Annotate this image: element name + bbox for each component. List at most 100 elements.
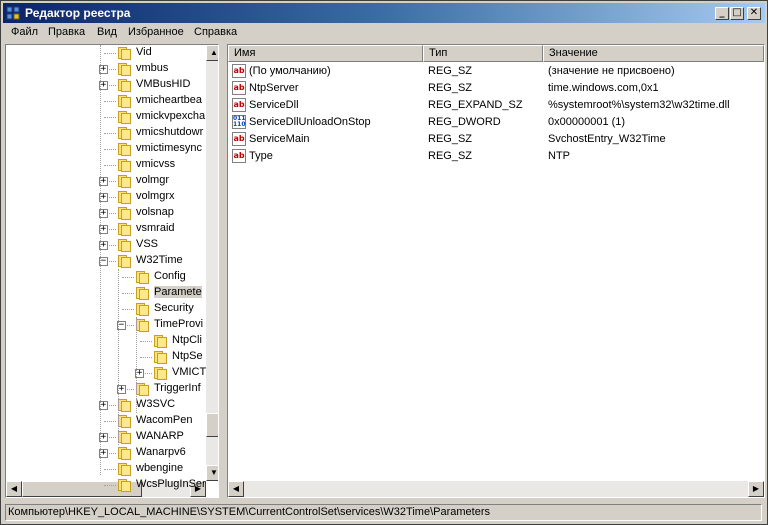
value-name-cell: ServiceMain bbox=[249, 133, 310, 145]
value-row[interactable]: ab ServiceDll REG_EXPAND_SZ %systemroot%\sy… bbox=[228, 97, 762, 114]
list-horizontal-scrollbar[interactable]: ◀ ▶ bbox=[228, 481, 764, 497]
tree-item-label[interactable]: vmicshutdowr bbox=[136, 126, 203, 138]
tree-item-label[interactable]: NtpCli bbox=[172, 334, 202, 346]
string-value-icon: ab bbox=[232, 132, 246, 146]
folder-icon bbox=[118, 190, 131, 204]
tree-connector bbox=[140, 341, 152, 343]
tree-item-label[interactable]: wbengine bbox=[136, 462, 183, 474]
pane-splitter[interactable] bbox=[220, 44, 226, 498]
folder-icon bbox=[136, 302, 149, 316]
tree-scroll-left-button[interactable]: ◀ bbox=[6, 481, 22, 497]
tree-guide-line bbox=[100, 45, 102, 475]
tree-item-label[interactable]: TriggerInf bbox=[154, 382, 201, 394]
value-data-cell: time.windows.com,0x1 bbox=[548, 82, 659, 94]
value-data-cell: NTP bbox=[548, 150, 570, 162]
tree-connector bbox=[104, 421, 116, 423]
binary-value-icon: 011 110 bbox=[232, 115, 246, 129]
value-data-cell: (значение не присвоено) bbox=[548, 65, 675, 77]
tree-item-label[interactable]: VMBusHID bbox=[136, 78, 190, 90]
tree-item-label[interactable]: vmicvss bbox=[136, 158, 175, 170]
folder-icon bbox=[154, 334, 167, 348]
tree-connector bbox=[104, 133, 116, 135]
tree-item-label[interactable]: vsmraid bbox=[136, 222, 175, 234]
tree-vertical-scrollbar[interactable]: ▲ ▼ bbox=[206, 45, 218, 481]
value-type-cell: REG_EXPAND_SZ bbox=[428, 99, 523, 111]
tree-item-label[interactable]: volmgrx bbox=[136, 190, 175, 202]
folder-icon bbox=[118, 126, 131, 140]
values-list[interactable]: Имя Тип Значение ◀ ▶ ab (По умолчанию) REG… bbox=[227, 44, 765, 498]
tree-item-label[interactable]: WANARP bbox=[136, 430, 184, 442]
column-header-name[interactable]: Имя bbox=[228, 45, 423, 62]
title-bar[interactable]: Редактор реестра _ □ ✕ bbox=[3, 3, 765, 23]
folder-icon bbox=[118, 158, 131, 172]
tree-connector bbox=[104, 101, 116, 103]
tree-item-label[interactable]: VSS bbox=[136, 238, 158, 250]
value-name-cell: ServiceDllUnloadOnStop bbox=[249, 116, 371, 128]
registry-editor-window: Редактор реестра _ □ ✕ Файл Правка Вид И… bbox=[0, 0, 768, 525]
string-value-icon: ab bbox=[232, 64, 246, 78]
tree-item-label[interactable]: NtpSe bbox=[172, 350, 203, 362]
maximize-button[interactable]: □ bbox=[730, 7, 744, 20]
folder-icon bbox=[136, 270, 149, 284]
menu-file[interactable]: Файл bbox=[11, 26, 38, 38]
value-data-cell: SvchostEntry_W32Time bbox=[548, 133, 666, 145]
tree-connector bbox=[122, 309, 134, 311]
value-type-cell: REG_SZ bbox=[428, 150, 473, 162]
tree-scroll-down-button[interactable]: ▼ bbox=[206, 465, 218, 481]
tree-item-label[interactable]: TimeProvi bbox=[154, 318, 203, 330]
folder-icon bbox=[118, 46, 131, 60]
tree-connector bbox=[104, 469, 116, 471]
folder-icon bbox=[118, 142, 131, 156]
tree-item-label[interactable]: vmictimesync bbox=[136, 142, 202, 154]
menu-view[interactable]: Вид bbox=[97, 26, 117, 38]
value-row[interactable]: 011 110 ServiceDllUnloadOnStop REG_DWORD 0x… bbox=[228, 114, 762, 131]
tree-item-label[interactable]: WacomPen bbox=[136, 414, 192, 426]
column-header-type[interactable]: Тип bbox=[423, 45, 543, 62]
list-scroll-right-button[interactable]: ▶ bbox=[748, 481, 764, 497]
tree-item-label[interactable]: Security bbox=[154, 302, 194, 314]
close-button[interactable]: ✕ bbox=[747, 7, 761, 20]
tree-item-label[interactable]: Paramete bbox=[154, 286, 202, 298]
value-type-cell: REG_SZ bbox=[428, 82, 473, 94]
tree-item-label[interactable]: volmgr bbox=[136, 174, 169, 186]
tree-item-label[interactable]: vmicheartbea bbox=[136, 94, 202, 106]
string-value-icon: ab bbox=[232, 98, 246, 112]
value-row[interactable]: ab NtpServer REG_SZ time.windows.com,0x1 bbox=[228, 80, 762, 97]
tree-item-label[interactable]: vmbus bbox=[136, 62, 168, 74]
key-tree[interactable]: ▲ ▼ ◀ ▶ Vid + vmbus + VMBusHID vmicheartbea vm… bbox=[5, 44, 219, 498]
tree-item-label[interactable]: vmickvpexcha bbox=[136, 110, 205, 122]
tree-item-label[interactable]: Vid bbox=[136, 46, 152, 58]
list-scroll-left-button[interactable]: ◀ bbox=[228, 481, 244, 497]
tree-item-label[interactable]: volsnap bbox=[136, 206, 174, 218]
tree-item-label[interactable]: WcsPlugInSer bbox=[136, 478, 206, 490]
menu-help[interactable]: Справка bbox=[194, 26, 237, 38]
tree-connector bbox=[140, 357, 152, 359]
folder-icon bbox=[118, 62, 131, 76]
value-type-cell: REG_DWORD bbox=[428, 116, 501, 128]
value-row[interactable]: ab Type REG_SZ NTP bbox=[228, 148, 762, 165]
value-data-cell: %systemroot%\system32\w32time.dll bbox=[548, 99, 730, 111]
tree-item-label[interactable]: Wanarpv6 bbox=[136, 446, 186, 458]
status-path: Компьютер\HKEY_LOCAL_MACHINE\SYSTEM\Curr… bbox=[5, 504, 762, 521]
folder-icon bbox=[118, 222, 131, 236]
folder-icon bbox=[118, 478, 131, 492]
tree-connector bbox=[104, 485, 116, 487]
menu-favorites[interactable]: Избранное bbox=[128, 26, 184, 38]
tree-connector bbox=[104, 165, 116, 167]
tree-item-label[interactable]: VMICT bbox=[172, 366, 206, 378]
folder-icon bbox=[118, 78, 131, 92]
value-name-cell: ServiceDll bbox=[249, 99, 299, 111]
tree-guide-line bbox=[136, 317, 138, 413]
column-header-value[interactable]: Значение bbox=[543, 45, 764, 62]
menu-edit[interactable]: Правка bbox=[48, 26, 85, 38]
value-row[interactable]: ab (По умолчанию) REG_SZ (значение не присв… bbox=[228, 63, 762, 80]
tree-item-label[interactable]: W3SVC bbox=[136, 398, 175, 410]
tree-item-label[interactable]: Config bbox=[154, 270, 186, 282]
folder-icon bbox=[136, 286, 149, 300]
minimize-button[interactable]: _ bbox=[715, 7, 729, 20]
tree-item-label[interactable]: W32Time bbox=[136, 254, 183, 266]
tree-scroll-up-button[interactable]: ▲ bbox=[206, 45, 218, 61]
folder-icon bbox=[154, 350, 167, 364]
tree-scroll-thumb[interactable] bbox=[206, 413, 218, 437]
value-row[interactable]: ab ServiceMain REG_SZ SvchostEntry_W32Time bbox=[228, 131, 762, 148]
